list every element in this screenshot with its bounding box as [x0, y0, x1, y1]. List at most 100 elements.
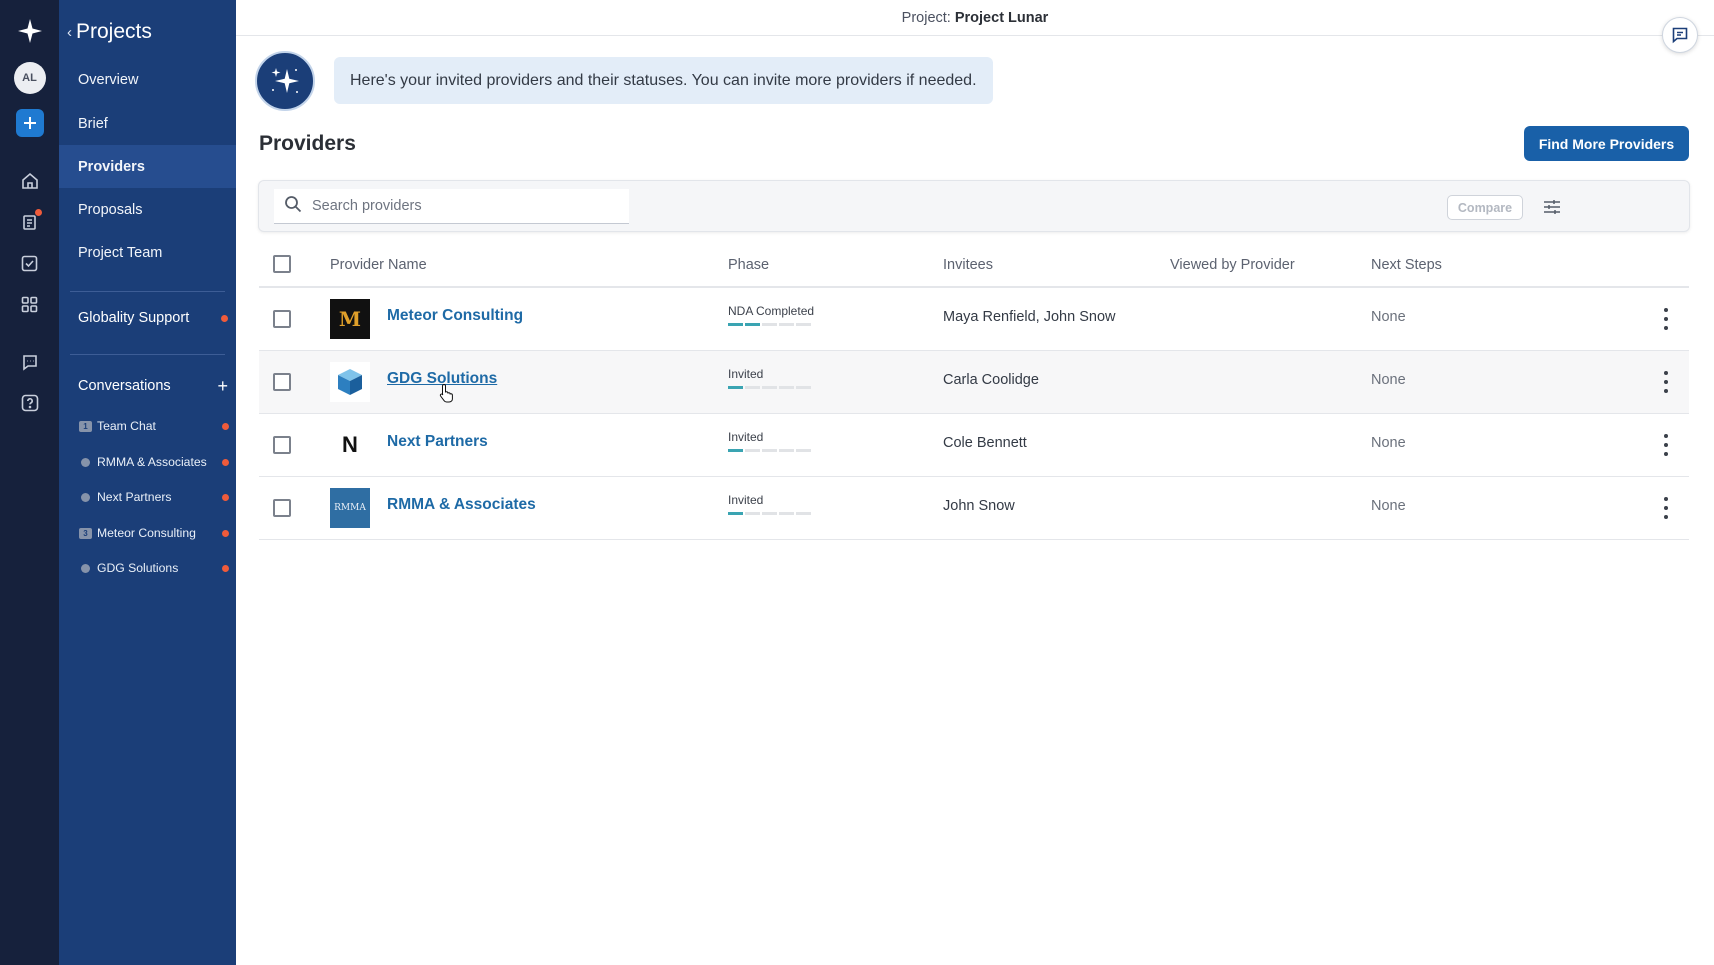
unread-dot — [34, 209, 42, 216]
conversations-header: Conversations + — [78, 377, 228, 395]
column-header-provider-name[interactable]: Provider Name — [330, 257, 427, 273]
top-bar: Project: Project Lunar — [236, 0, 1714, 36]
phase-progress — [728, 449, 811, 452]
more-options-icon[interactable] — [1656, 497, 1676, 519]
conversation-item-rmma[interactable]: RMMA & Associates — [79, 455, 229, 469]
invitees: Carla Coolidge — [943, 372, 1039, 388]
unread-dot — [221, 314, 228, 322]
row-checkbox[interactable] — [273, 373, 291, 391]
assistant-message: Here's your invited providers and their … — [334, 57, 993, 104]
phase-label: Invited — [728, 430, 764, 444]
search-icon — [284, 195, 302, 218]
back-label: Projects — [76, 20, 152, 43]
nav-divider — [70, 354, 225, 355]
phase-progress — [728, 323, 811, 326]
project-name: Project Lunar — [954, 10, 1049, 26]
conversation-label: Next Partners — [97, 490, 172, 504]
progress-segment — [745, 512, 760, 515]
status-dot — [81, 457, 90, 467]
find-more-providers-button[interactable]: Find More Providers — [1524, 126, 1689, 161]
nav-divider — [70, 291, 225, 292]
home-icon[interactable] — [19, 170, 41, 192]
chevron-left-icon: ‹ — [67, 23, 72, 41]
invitees: John Snow — [943, 498, 1015, 514]
progress-segment — [762, 323, 777, 326]
column-header-next-steps[interactable]: Next Steps — [1371, 257, 1442, 273]
progress-segment — [745, 449, 760, 452]
table-header: Provider Name Phase Invitees Viewed by P… — [259, 245, 1689, 288]
meteor-consulting-logo: M — [330, 299, 370, 339]
conversation-item-next-partners[interactable]: Next Partners — [79, 490, 229, 504]
conversation-item-gdg[interactable]: GDG Solutions — [79, 561, 229, 575]
nav-item-brief[interactable]: Brief — [59, 102, 236, 145]
tasks-icon[interactable] — [19, 252, 41, 274]
user-avatar[interactable]: AL — [13, 62, 46, 94]
provider-name-link[interactable]: RMMA & Associates — [387, 496, 536, 514]
apps-grid-icon[interactable] — [19, 293, 41, 315]
logo-letter: RMMA — [334, 503, 366, 513]
create-project-button[interactable] — [15, 109, 44, 137]
row-checkbox[interactable] — [273, 310, 291, 328]
row-checkbox[interactable] — [273, 436, 291, 454]
project-prefix: Project: — [901, 10, 951, 26]
phase-label: Invited — [728, 367, 764, 381]
conversations-label: Conversations — [78, 378, 171, 394]
gdg-solutions-logo — [330, 362, 370, 402]
search-input[interactable] — [312, 198, 612, 214]
back-to-projects-link[interactable]: ‹ Projects — [67, 20, 152, 44]
more-options-icon[interactable] — [1656, 371, 1676, 393]
progress-segment — [796, 323, 811, 326]
table-row[interactable]: RMMA RMMA & Associates Invited John Snow… — [259, 477, 1689, 540]
chat-button[interactable] — [1662, 17, 1698, 53]
column-header-invitees[interactable]: Invitees — [943, 257, 993, 273]
invitees: Cole Bennett — [943, 435, 1027, 451]
phase-label: NDA Completed — [728, 304, 815, 318]
status-dot — [81, 563, 90, 573]
project-title: Project: Project Lunar — [236, 10, 1714, 26]
compare-button[interactable]: Compare — [1447, 195, 1523, 220]
phase-progress — [728, 386, 811, 389]
next-steps: None — [1371, 498, 1406, 514]
logo-letter: N — [342, 432, 358, 457]
column-header-viewed[interactable]: Viewed by Provider — [1170, 257, 1295, 273]
add-conversation-button[interactable]: + — [217, 377, 228, 395]
next-steps: None — [1371, 309, 1406, 325]
progress-segment — [728, 512, 743, 515]
select-all-checkbox[interactable] — [273, 255, 291, 273]
more-options-icon[interactable] — [1656, 308, 1676, 330]
conversation-item-meteor[interactable]: 3 Meteor Consulting — [79, 526, 229, 540]
unread-dot — [222, 422, 229, 430]
progress-segment — [779, 386, 794, 389]
chat-history-icon[interactable] — [19, 351, 41, 373]
nav-item-providers[interactable]: Providers — [59, 145, 236, 188]
status-dot — [81, 492, 90, 502]
table-row[interactable]: GDG Solutions Invited Carla Coolidge Non… — [259, 351, 1689, 414]
filter-settings-icon[interactable] — [1539, 194, 1565, 220]
conversation-label: Team Chat — [97, 419, 156, 433]
logo-letter: M — [338, 307, 362, 331]
help-icon[interactable] — [19, 392, 41, 414]
provider-name-link[interactable]: Next Partners — [387, 433, 488, 451]
conversation-label: RMMA & Associates — [97, 455, 207, 469]
table-row[interactable]: M Meteor Consulting NDA Completed Maya R… — [259, 288, 1689, 351]
progress-segment — [779, 512, 794, 515]
column-header-phase[interactable]: Phase — [728, 257, 769, 273]
nav-item-proposals[interactable]: Proposals — [59, 188, 236, 231]
table-row[interactable]: N Next Partners Invited Cole Bennett Non… — [259, 414, 1689, 477]
progress-segment — [796, 386, 811, 389]
nav-item-project-team[interactable]: Project Team — [59, 231, 236, 274]
unread-dot — [222, 493, 229, 501]
nav-item-overview[interactable]: Overview — [59, 58, 236, 101]
progress-segment — [762, 512, 777, 515]
search-box[interactable] — [274, 189, 629, 224]
unread-count-badge: 1 — [79, 420, 92, 432]
icon-rail: AL — [0, 0, 59, 965]
conversation-item-team-chat[interactable]: 1 Team Chat — [79, 419, 229, 433]
progress-segment — [762, 386, 777, 389]
more-options-icon[interactable] — [1656, 434, 1676, 456]
projects-icon[interactable] — [19, 209, 42, 233]
provider-name-link[interactable]: Meteor Consulting — [387, 307, 523, 325]
row-checkbox[interactable] — [273, 499, 291, 517]
nav-item-globality-support[interactable]: Globality Support — [78, 310, 228, 326]
globality-logo-icon[interactable] — [17, 18, 43, 44]
